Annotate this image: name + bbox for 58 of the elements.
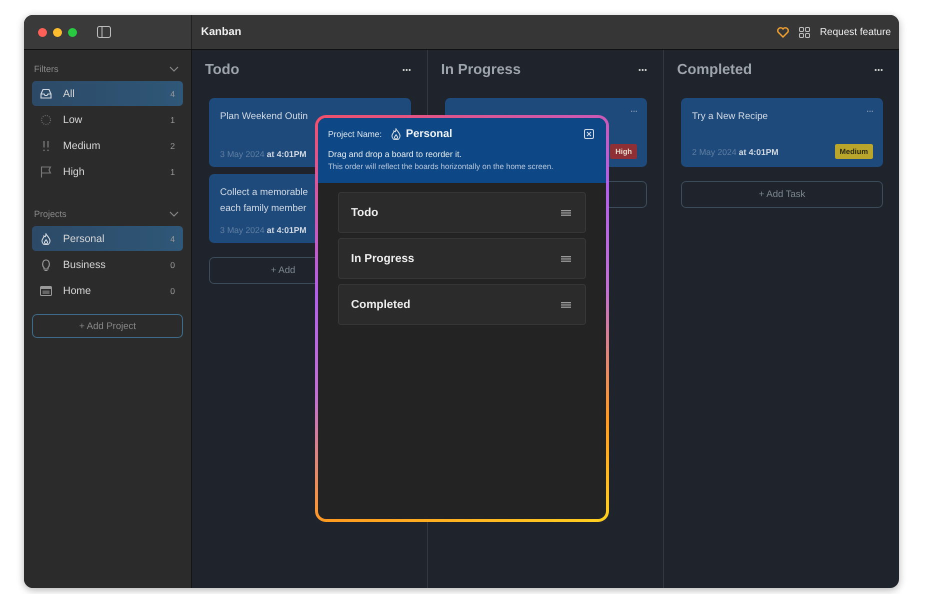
drag-handle-icon — [561, 302, 571, 308]
task-date: 2 May 2024 at 4:01PM — [692, 146, 778, 156]
section-title: Filters — [34, 64, 58, 74]
heart-icon[interactable] — [776, 26, 789, 38]
item-count: 2 — [170, 140, 175, 150]
exclamation-icon — [40, 140, 52, 152]
zoom-button[interactable] — [68, 28, 77, 36]
tray-icon — [40, 88, 52, 100]
field-label: Project Name: — [328, 129, 382, 139]
more-button[interactable]: ··· — [874, 63, 883, 77]
dotted-circle-icon — [40, 114, 52, 126]
item-count: 0 — [170, 260, 175, 270]
more-button[interactable]: ··· — [638, 63, 647, 77]
drag-handle-icon — [561, 256, 571, 262]
column-title: Todo — [205, 62, 240, 78]
sidebar-item[interactable]: Low 1 — [32, 107, 183, 132]
sidebar-item[interactable]: All 4 — [32, 81, 183, 106]
task-title: Try a New Recipe — [692, 110, 769, 124]
close-icon[interactable] — [584, 129, 594, 139]
flag-icon — [40, 166, 52, 178]
board-row[interactable]: Completed — [338, 284, 586, 325]
sidebar-toggle-icon[interactable] — [97, 26, 111, 38]
flame-icon — [390, 128, 402, 140]
more-button[interactable]: ··· — [630, 106, 637, 117]
add-task-button[interactable]: + Add Task — [681, 181, 883, 208]
task-date: 3 May 2024 at 4:01PM — [220, 225, 306, 235]
column-title: In Progress — [441, 62, 521, 78]
sidebar-item[interactable]: Personal 4 — [32, 226, 183, 251]
more-button[interactable]: ··· — [402, 63, 411, 77]
section-title: Projects — [34, 209, 67, 219]
minimize-button[interactable] — [53, 28, 62, 36]
request-feature-link[interactable]: Request feature — [820, 26, 891, 38]
item-count: 1 — [170, 166, 175, 176]
item-count: 4 — [170, 88, 175, 98]
item-count: 0 — [170, 286, 175, 296]
sidebar-item[interactable]: Home 0 — [32, 278, 183, 303]
more-button[interactable]: ··· — [866, 106, 873, 117]
lightbulb-icon — [40, 258, 52, 270]
flame-icon — [40, 232, 52, 244]
board-row[interactable]: In Progress — [338, 238, 586, 279]
task-title: Plan Weekend Outin — [220, 110, 309, 124]
column-title: Completed — [677, 62, 752, 78]
close-button[interactable] — [38, 28, 47, 36]
sidebar-item[interactable]: Business 0 — [32, 252, 183, 277]
calendar-icon — [40, 284, 52, 296]
chevron-icon[interactable] — [169, 66, 179, 72]
item-count: 1 — [170, 114, 175, 124]
window-title: Kanban — [201, 26, 242, 38]
item-count: 4 — [170, 234, 175, 244]
sidebar-item[interactable]: Medium 2 — [32, 133, 183, 158]
chevron-icon[interactable] — [169, 211, 179, 217]
board-row[interactable]: Todo — [338, 192, 586, 233]
grid-icon[interactable] — [798, 26, 810, 38]
task-title: Collect a memorable each family member — [220, 186, 309, 216]
sidebar-item[interactable]: High 1 — [32, 159, 183, 184]
add-project-button[interactable]: + Add Project — [32, 314, 183, 338]
task-date: 3 May 2024 at 4:01PM — [220, 149, 306, 159]
drag-handle-icon — [561, 210, 571, 216]
